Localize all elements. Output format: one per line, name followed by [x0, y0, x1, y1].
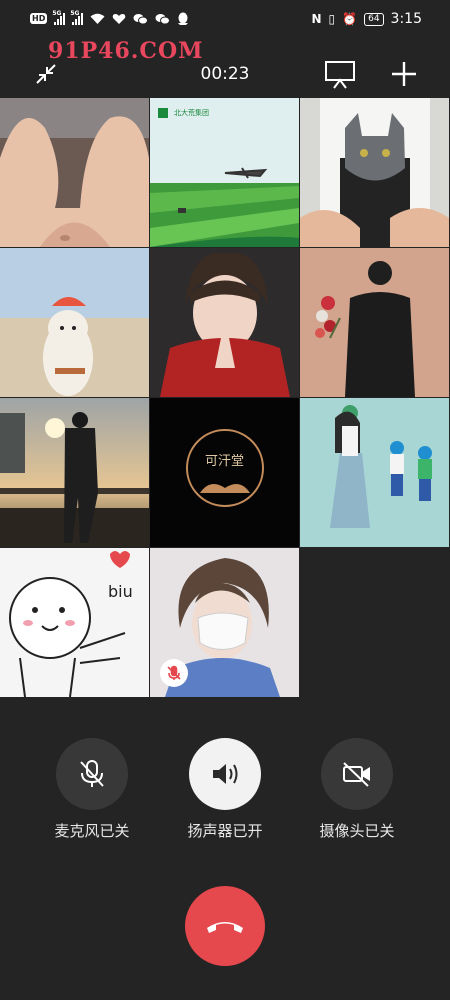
participant-tile[interactable]: [300, 248, 449, 397]
phone-hangup-icon: [207, 922, 243, 933]
logo-text: 可汗堂: [204, 454, 244, 469]
speaker-toggle[interactable]: 扬声器已开: [165, 738, 285, 841]
mic-button[interactable]: [56, 738, 128, 810]
wifi-icon: [90, 13, 105, 24]
vibrate-icon: ▯: [328, 12, 336, 26]
participant-tile[interactable]: [300, 398, 449, 547]
status-bar: HD 5G 5G N ▯ ⏰ 64 3:15: [0, 0, 450, 40]
call-timer: 00:23: [200, 64, 250, 84]
participant-tile[interactable]: [150, 548, 299, 697]
health-icon: [113, 13, 126, 24]
participant-tile[interactable]: [0, 398, 149, 547]
screen-share-button[interactable]: [324, 58, 356, 90]
sticker-text: biu: [108, 582, 133, 601]
hd-badge: HD: [30, 13, 48, 24]
status-time: 3:15: [390, 11, 422, 27]
qq-icon: [178, 12, 189, 25]
participant-tile[interactable]: [0, 98, 149, 247]
add-participant-button[interactable]: [388, 58, 420, 90]
company-logo-text: 北大荒集团: [174, 109, 209, 117]
camera-label: 摄像头已关: [319, 822, 395, 840]
watermark: 91P46.COM: [48, 38, 204, 64]
alarm-icon: ⏰: [342, 12, 358, 26]
battery-indicator: 64: [364, 12, 384, 26]
hangup-button[interactable]: [185, 886, 265, 966]
signal-icon-2: 5G: [70, 10, 84, 25]
participant-tile[interactable]: 可汗堂: [150, 398, 299, 547]
mic-off-icon: [167, 665, 181, 680]
participant-muted-badge: [160, 659, 188, 687]
speaker-button[interactable]: [189, 738, 261, 810]
participant-tile[interactable]: 北大荒集团: [150, 98, 299, 247]
mic-label: 麦克风已关: [54, 822, 130, 840]
participant-tile[interactable]: [300, 98, 449, 247]
speaker-label: 扬声器已开: [187, 822, 263, 840]
camera-button[interactable]: [321, 738, 393, 810]
participant-tile[interactable]: [150, 248, 299, 397]
mic-toggle[interactable]: 麦克风已关: [32, 738, 152, 841]
wechat-icon: [133, 13, 149, 24]
camera-toggle[interactable]: 摄像头已关: [297, 738, 417, 841]
wechat-icon-2: [155, 13, 171, 24]
signal-icon: 5G: [52, 10, 66, 25]
screen-share-icon: [325, 61, 355, 89]
nfc-icon: N: [311, 12, 322, 26]
mic-off-icon: [80, 760, 104, 787]
plus-icon: [392, 62, 416, 86]
participant-tile[interactable]: biu: [0, 548, 149, 697]
camera-off-icon: [343, 762, 370, 787]
participant-tile[interactable]: [0, 248, 149, 397]
speaker-icon: [213, 764, 238, 784]
